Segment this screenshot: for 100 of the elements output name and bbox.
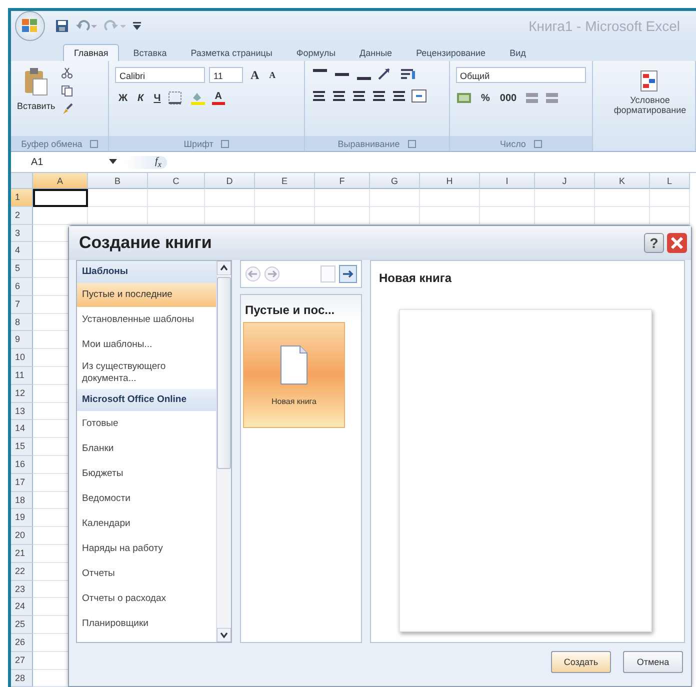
undo-icon[interactable] [75, 19, 97, 33]
dialog-launcher-icon[interactable] [221, 140, 230, 148]
column-header[interactable]: D [205, 173, 255, 189]
column-header[interactable]: B [88, 173, 148, 189]
align-lines-icon[interactable] [330, 89, 347, 103]
row-header[interactable]: 17 [11, 474, 33, 492]
bold-button[interactable]: Ж [115, 92, 131, 104]
row-header[interactable]: 10 [11, 349, 33, 367]
template-category[interactable]: Из существующего документа... [77, 357, 216, 389]
sheet-cell[interactable] [88, 189, 148, 207]
column-header[interactable]: F [315, 173, 370, 189]
customize-caret-icon[interactable] [133, 21, 141, 31]
align-lines-icon[interactable] [310, 89, 327, 103]
row-header[interactable]: 22 [11, 562, 33, 581]
scroll-down-icon[interactable] [217, 628, 231, 642]
row-header[interactable]: 18 [11, 492, 33, 510]
redo-icon[interactable] [103, 19, 127, 33]
sheet-cell[interactable] [650, 189, 690, 207]
thousands-button[interactable]: 000 [496, 92, 520, 104]
row-header[interactable]: 13 [11, 402, 33, 420]
create-button[interactable]: Создать [551, 651, 611, 673]
underline-button[interactable]: Ч [150, 92, 164, 104]
ribbon-tab[interactable]: Данные [350, 45, 402, 61]
column-header[interactable]: G [370, 173, 420, 189]
sheet-cell[interactable] [148, 189, 205, 207]
row-header[interactable]: 16 [11, 456, 33, 474]
select-all-corner[interactable] [11, 173, 33, 189]
save-icon[interactable] [55, 19, 69, 33]
arrow-right-icon[interactable] [339, 265, 357, 283]
row-header[interactable]: 20 [11, 527, 33, 545]
ribbon-tab[interactable]: Разметка страницы [180, 45, 282, 61]
ribbon-tab[interactable]: Вид [500, 45, 536, 61]
font-color-button[interactable]: A [212, 91, 225, 105]
column-header[interactable]: K [595, 173, 650, 189]
wrap-text-icon[interactable] [398, 67, 417, 81]
close-icon[interactable] [667, 233, 687, 253]
row-header[interactable]: 19 [11, 509, 33, 528]
column-header[interactable]: J [535, 173, 595, 189]
cancel-button[interactable]: Отмена [623, 651, 683, 673]
dialog-launcher-icon[interactable] [90, 140, 98, 148]
row-header[interactable]: 27 [11, 652, 33, 670]
row-header[interactable]: 23 [11, 580, 33, 598]
template-category[interactable]: Пустые и последние [77, 283, 216, 307]
row-header[interactable]: 21 [11, 544, 33, 563]
scissors-icon[interactable] [61, 67, 74, 79]
dialog-launcher-icon[interactable] [534, 140, 542, 148]
row-header[interactable]: 11 [11, 366, 33, 385]
template-category[interactable]: Бланки [77, 436, 216, 461]
row-header[interactable]: 9 [11, 331, 33, 350]
column-header[interactable]: E [255, 173, 315, 189]
row-header[interactable]: 24 [11, 598, 33, 616]
column-header[interactable]: C [148, 173, 205, 189]
column-header[interactable]: I [480, 173, 535, 189]
dropdown-caret-icon[interactable] [109, 159, 117, 165]
ribbon-tab[interactable]: Вставка [123, 45, 177, 61]
italic-button[interactable]: К [134, 92, 147, 104]
ribbon-tab[interactable]: Рецензирование [406, 45, 496, 61]
conditional-format-button[interactable]: Условное форматирование [605, 61, 695, 115]
paste-button[interactable]: Вставить [17, 67, 56, 111]
scrollbar[interactable] [216, 261, 231, 642]
template-category[interactable]: Готовые [77, 411, 216, 436]
align-lines-icon[interactable] [370, 89, 387, 103]
sheet-cell[interactable] [205, 189, 255, 207]
row-header[interactable]: 8 [11, 314, 33, 332]
template-category[interactable]: Бюджеты [77, 461, 216, 486]
grow-font-button[interactable]: A [247, 68, 262, 82]
fill-color-icon[interactable] [190, 91, 208, 105]
ribbon-tab[interactable]: Главная [63, 44, 120, 61]
ribbon-tab[interactable]: Формулы [286, 45, 346, 61]
font-size-field[interactable]: 11 [209, 67, 244, 83]
row-header[interactable]: 1 [11, 189, 33, 207]
template-category[interactable]: Планировщики [77, 611, 216, 636]
dialog-launcher-icon[interactable] [408, 140, 416, 148]
sheet-cell[interactable] [595, 189, 650, 207]
row-header[interactable]: 26 [11, 634, 33, 652]
percent-button[interactable]: % [478, 92, 493, 104]
row-header[interactable]: 14 [11, 420, 33, 438]
row-header[interactable]: 4 [11, 242, 33, 260]
merge-cells-icon[interactable] [410, 89, 429, 103]
row-header[interactable]: 28 [11, 670, 33, 687]
scroll-up-icon[interactable] [217, 261, 231, 275]
column-header[interactable]: H [420, 173, 480, 189]
template-category[interactable]: Отчеты о расходах [77, 586, 216, 611]
shrink-font-button[interactable]: A [266, 70, 279, 80]
view-toggle-icon[interactable] [320, 265, 336, 283]
template-category[interactable]: Установленные шаблоны [77, 307, 216, 332]
align-lines-icon[interactable] [390, 89, 407, 103]
currency-icon[interactable] [456, 91, 474, 105]
copy-icon[interactable] [61, 85, 74, 97]
row-header[interactable]: 2 [11, 206, 33, 225]
office-button[interactable] [15, 11, 45, 41]
sheet-cell[interactable] [535, 189, 595, 207]
row-header[interactable]: 25 [11, 616, 33, 634]
template-category[interactable]: Ведомости [77, 486, 216, 511]
sheet-cell[interactable] [420, 189, 480, 207]
sheet-cell[interactable] [315, 189, 370, 207]
column-header[interactable]: A [33, 173, 88, 189]
font-name-field[interactable]: Calibri [115, 67, 206, 83]
row-header[interactable]: 5 [11, 260, 33, 278]
template-tile[interactable]: Новая книга [243, 322, 345, 428]
